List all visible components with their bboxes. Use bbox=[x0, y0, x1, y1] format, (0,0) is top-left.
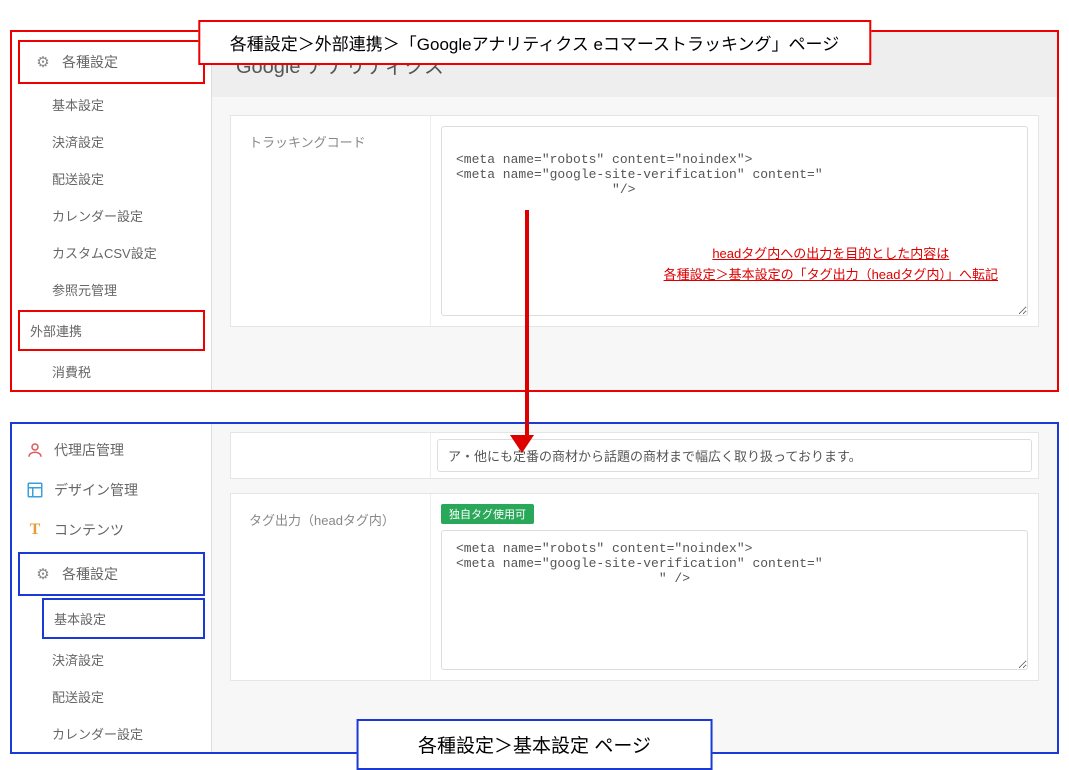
sidebar-item-tax[interactable]: 消費税 bbox=[12, 353, 211, 390]
sidebar-section-label: 代理店管理 bbox=[54, 440, 124, 460]
sidebar-item-shipping[interactable]: 配送設定 bbox=[12, 160, 211, 197]
sidebar-section-agency[interactable]: 代理店管理 bbox=[12, 430, 211, 470]
sidebar-section-label: 各種設定 bbox=[62, 52, 118, 72]
tag-output-label: タグ出力（headタグ内） bbox=[231, 494, 431, 680]
gear-icon bbox=[34, 565, 52, 583]
sidebar-item-csv[interactable]: カスタムCSV設定 bbox=[12, 234, 211, 271]
layout-icon bbox=[26, 481, 44, 499]
tracking-code-textarea[interactable]: <meta name="robots" content="noindex"> <… bbox=[441, 126, 1028, 316]
text-icon: T bbox=[26, 521, 44, 539]
callout-bottom-breadcrumb: 各種設定＞基本設定 ページ bbox=[356, 719, 713, 770]
sidebar-item-referrer[interactable]: 参照元管理 bbox=[12, 271, 211, 308]
gear-icon bbox=[34, 53, 52, 71]
sidebar-item-payment[interactable]: 決済設定 bbox=[12, 641, 211, 678]
callout-top-breadcrumb: 各種設定＞外部連携＞「Googleアナリティクス eコマーストラッキング」ページ bbox=[198, 20, 871, 65]
tag-output-textarea[interactable]: <meta name="robots" content="noindex"> <… bbox=[441, 530, 1028, 670]
card-tag-output: タグ出力（headタグ内） 独自タグ使用可 <meta name="robots… bbox=[230, 493, 1039, 681]
sidebar-section-settings[interactable]: 各種設定 bbox=[18, 40, 205, 84]
sidebar-item-basic[interactable]: 基本設定 bbox=[12, 86, 211, 123]
sidebar-section-label: 各種設定 bbox=[62, 564, 118, 584]
main-bottom: ア・他にも定番の商材から話題の商材まで幅広く取り扱っております。 タグ出力（he… bbox=[212, 424, 1057, 752]
description-textarea[interactable]: ア・他にも定番の商材から話題の商材まで幅広く取り扱っております。 bbox=[437, 439, 1032, 472]
custom-tag-badge: 独自タグ使用可 bbox=[441, 504, 534, 524]
tracking-code-label: トラッキングコード bbox=[231, 116, 431, 326]
user-icon bbox=[26, 441, 44, 459]
panel-bottom: 代理店管理 デザイン管理 T コンテンツ 各種設定 基本設定 決済設定 配送設定… bbox=[10, 422, 1059, 754]
note-line1: headタグ内への出力を目的とした内容は bbox=[664, 244, 998, 265]
sidebar-item-shipping[interactable]: 配送設定 bbox=[12, 678, 211, 715]
sidebar-item-calendar[interactable]: カレンダー設定 bbox=[12, 715, 211, 752]
sidebar-bottom: 代理店管理 デザイン管理 T コンテンツ 各種設定 基本設定 決済設定 配送設定… bbox=[12, 424, 212, 752]
sidebar-item-basic[interactable]: 基本設定 bbox=[42, 598, 205, 639]
sidebar-item-calendar[interactable]: カレンダー設定 bbox=[12, 197, 211, 234]
main-top: Google アナリティクス トラッキングコード <meta name="rob… bbox=[212, 32, 1057, 390]
sidebar-item-payment[interactable]: 決済設定 bbox=[12, 123, 211, 160]
sidebar-section-label: デザイン管理 bbox=[54, 480, 138, 500]
sidebar-section-design[interactable]: デザイン管理 bbox=[12, 470, 211, 510]
sidebar-section-settings[interactable]: 各種設定 bbox=[18, 552, 205, 596]
card-tracking-code: トラッキングコード <meta name="robots" content="n… bbox=[230, 115, 1039, 327]
panel-top: 各種設定＞外部連携＞「Googleアナリティクス eコマーストラッキング」ページ… bbox=[10, 30, 1059, 392]
migration-note: headタグ内への出力を目的とした内容は 各種設定＞基本設定の「タグ出力（hea… bbox=[664, 244, 998, 286]
sidebar-item-external[interactable]: 外部連携 bbox=[18, 310, 205, 351]
sidebar-section-label: コンテンツ bbox=[54, 520, 124, 540]
sidebar-section-contents[interactable]: T コンテンツ bbox=[12, 510, 211, 550]
note-line2: 各種設定＞基本設定の「タグ出力（headタグ内）」へ転記 bbox=[664, 265, 998, 286]
sidebar-top: 各種設定 基本設定 決済設定 配送設定 カレンダー設定 カスタムCSV設定 参照… bbox=[12, 32, 212, 390]
